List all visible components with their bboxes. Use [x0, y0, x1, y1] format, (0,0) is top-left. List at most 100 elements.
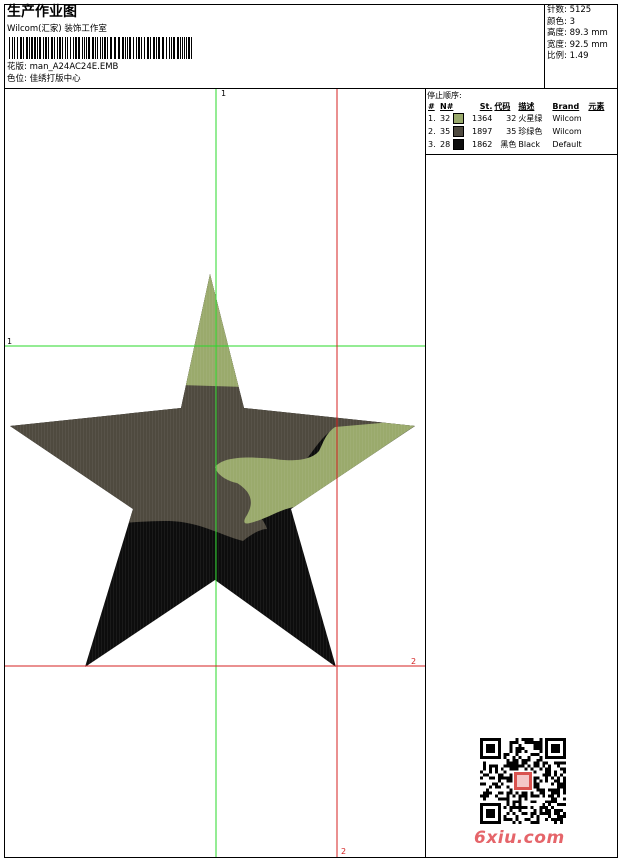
- qr-module: [536, 761, 540, 765]
- qr-module: [500, 776, 504, 780]
- qr-module: [524, 791, 528, 795]
- qr-module: [521, 812, 525, 816]
- barcode-bar: [110, 37, 112, 59]
- qr-module: [563, 803, 566, 807]
- qr-finder-core: [485, 809, 495, 819]
- qr-module: [536, 740, 540, 744]
- qr-module: [506, 812, 510, 816]
- legend-stitches: 1862: [472, 140, 493, 149]
- star-embroidery: [5, 89, 425, 857]
- qr-module: [554, 791, 558, 795]
- barcode-bar: [84, 37, 85, 59]
- qr-module: [500, 782, 504, 786]
- qr-module: [563, 785, 566, 789]
- qr-module: [482, 767, 486, 771]
- stat-label: 宽度:: [547, 39, 567, 50]
- qr-module: [560, 809, 564, 813]
- qr-module: [518, 809, 522, 813]
- qr-module: [560, 761, 564, 765]
- qr-module: [530, 738, 534, 741]
- stat-value: 3: [569, 16, 575, 27]
- qr-module: [509, 740, 513, 744]
- qr-module: [503, 764, 507, 768]
- barcode-bar: [177, 37, 179, 59]
- qr-module: [545, 806, 549, 810]
- design-file-name: man_A24AC24E.EMB: [29, 62, 119, 72]
- qr-module: [509, 806, 513, 810]
- qr-module: [527, 818, 531, 822]
- qr-module: [521, 738, 525, 741]
- qr-module: [563, 770, 566, 774]
- qr-module: [542, 791, 546, 795]
- legend-index: 2.: [428, 127, 436, 136]
- legend-index: 3.: [428, 140, 436, 149]
- qr-module: [548, 767, 552, 771]
- barcode-bar: [169, 37, 170, 59]
- barcode-bar: [127, 37, 128, 59]
- qr-module: [503, 818, 507, 822]
- legend-col-element: 元素: [588, 102, 605, 111]
- qr-module: [536, 794, 540, 798]
- qr-module: [509, 776, 513, 780]
- qr-module: [500, 791, 504, 795]
- qr-module: [530, 800, 534, 804]
- qr-module: [551, 800, 555, 804]
- qr-module: [503, 806, 507, 810]
- qr-module: [539, 791, 543, 795]
- qr-module: [539, 788, 543, 792]
- barcode-bar: [184, 37, 185, 59]
- qr-module: [536, 815, 540, 819]
- qr-module: [518, 764, 522, 768]
- legend-stitches: 1364: [472, 114, 493, 123]
- barcode-bar: [173, 37, 175, 59]
- star-fill-group: [10, 274, 415, 667]
- qr-module: [548, 773, 552, 777]
- legend-desc: Black: [518, 140, 541, 149]
- qr-module: [488, 785, 492, 789]
- green-vertical-label: 1: [221, 89, 227, 98]
- qr-module: [480, 794, 483, 798]
- qr-module: [512, 812, 516, 816]
- qr-module: [551, 791, 555, 795]
- qr-module: [536, 752, 540, 756]
- qr-module: [518, 800, 522, 804]
- qr-module: [557, 794, 561, 798]
- qr-module: [539, 740, 543, 744]
- qr-module: [527, 758, 531, 762]
- barcode-bar: [95, 37, 96, 59]
- qr-module: [524, 758, 528, 762]
- qr-module: [536, 782, 540, 786]
- company-name: Wilcom(汇家) 装饰工作室: [7, 24, 107, 34]
- qr-module: [494, 767, 498, 771]
- qr-module: [557, 791, 561, 795]
- barcode-bar: [34, 37, 36, 59]
- qr-module: [488, 764, 492, 768]
- qr-module: [560, 803, 564, 807]
- qr-module: [518, 746, 522, 750]
- barcode-bar: [43, 37, 44, 59]
- design-stats: 针数: 5125 颜色: 3 高度: 89.3 mm 宽度: 92.5 mm 比…: [547, 5, 617, 63]
- qr-module: [560, 821, 564, 824]
- qr-module: [509, 746, 513, 750]
- qr-module: [485, 794, 489, 798]
- qr-module: [539, 812, 543, 816]
- qr-module: [533, 764, 537, 768]
- qr-module: [509, 761, 513, 765]
- stat-scale: 比例: 1.49: [547, 51, 617, 63]
- qr-module: [509, 818, 513, 822]
- qr-module: [542, 812, 546, 816]
- qr-module: [515, 791, 519, 795]
- design-preview: 1 1 2 2: [5, 89, 425, 857]
- qr-module: [548, 812, 552, 816]
- qr-module: [560, 818, 564, 822]
- stat-colors: 颜色: 3: [547, 17, 617, 29]
- qr-module: [491, 776, 495, 780]
- barcode-bar: [92, 37, 94, 59]
- legend-element: [587, 138, 605, 151]
- qr-module: [480, 776, 483, 780]
- qr-module: [506, 776, 510, 780]
- barcode-bar: [171, 37, 172, 59]
- qr-module: [557, 776, 561, 780]
- qr-module: [539, 738, 543, 741]
- barcode-bar: [186, 37, 187, 59]
